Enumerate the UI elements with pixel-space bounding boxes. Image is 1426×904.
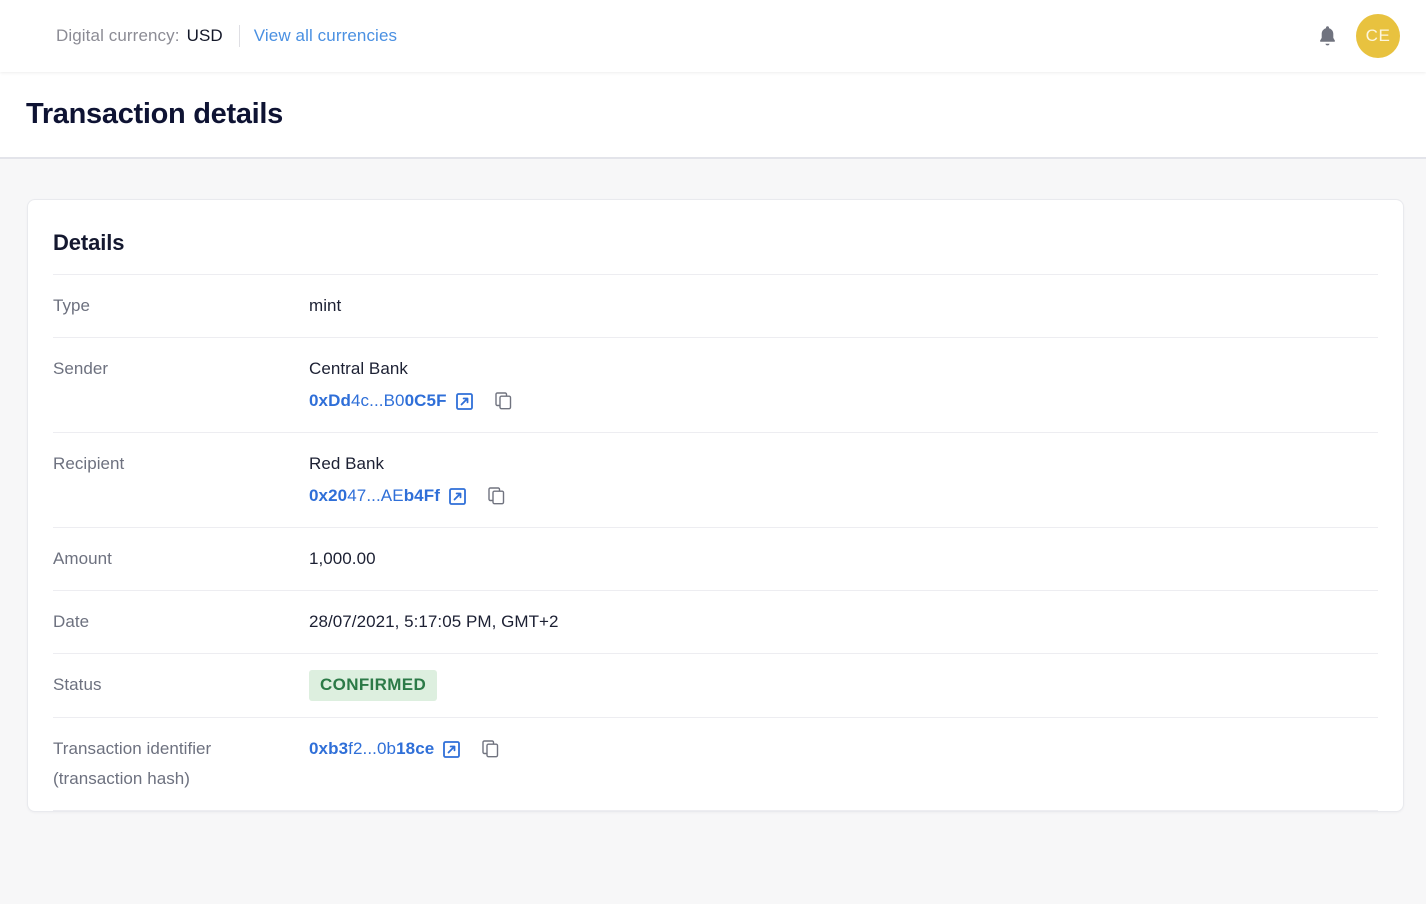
topbar-divider — [238, 25, 240, 47]
detail-label-transaction-identifier: Transaction identifier (transaction hash… — [53, 734, 309, 794]
detail-label-sender: Sender — [53, 359, 109, 378]
recipient-entity-name: Red Bank — [309, 454, 385, 473]
recipient-address-line: 0x2047...AEb4Ff — [309, 481, 1378, 511]
recipient-address-suffix: b4Ff — [403, 486, 440, 505]
page-title: Transaction details — [26, 98, 283, 130]
detail-row-transaction-identifier: Transaction identifier (transaction hash… — [53, 718, 1378, 811]
transaction-hash-link[interactable]: 0xb3f2...0b18ce — [309, 734, 434, 764]
detail-value-date: 28/07/2021, 5:17:05 PM, GMT+2 — [309, 612, 559, 631]
avatar-initials: CE — [1365, 26, 1391, 45]
avatar[interactable]: CE — [1356, 14, 1400, 58]
digital-currency-value: USD — [186, 26, 223, 45]
detail-row-amount: Amount 1,000.00 — [53, 528, 1378, 591]
detail-row-date: Date 28/07/2021, 5:17:05 PM, GMT+2 — [53, 591, 1378, 654]
detail-label-status: Status — [53, 675, 102, 694]
topbar-right-group: CE — [1312, 14, 1400, 58]
detail-value-status: CONFIRMED — [309, 670, 1378, 701]
copy-icon[interactable] — [488, 487, 505, 505]
digital-currency-group: Digital currency: USD View all currencie… — [56, 25, 397, 47]
view-all-currencies-link[interactable]: View all currencies — [254, 26, 397, 46]
copy-icon[interactable] — [494, 392, 512, 410]
bell-icon[interactable] — [1312, 20, 1342, 52]
external-link-icon[interactable] — [443, 740, 461, 758]
detail-row-status: Status CONFIRMED — [53, 654, 1378, 718]
detail-label-transaction-identifier-line2: (transaction hash) — [53, 769, 190, 788]
external-link-icon[interactable] — [455, 392, 473, 410]
detail-row-sender: Sender Central Bank 0xDd4c...B00C5F — [53, 338, 1378, 433]
page-content: Details Type mint Sender Central Bank 0x… — [0, 159, 1426, 812]
sender-address-link[interactable]: 0xDd4c...B00C5F — [309, 386, 447, 416]
detail-row-type: Type mint — [53, 274, 1378, 338]
sender-address-suffix: 0C5F — [404, 391, 447, 410]
details-card: Details Type mint Sender Central Bank 0x… — [27, 199, 1404, 812]
recipient-address-prefix: 0x20 — [309, 486, 348, 505]
transaction-hash-middle: f2...0b — [348, 739, 397, 758]
detail-value-type: mint — [309, 296, 342, 315]
sender-address-prefix: 0xDd — [309, 391, 351, 410]
transaction-hash-suffix: 18ce — [396, 739, 435, 758]
transaction-hash-line: 0xb3f2...0b18ce — [309, 734, 1378, 764]
recipient-address-middle: 47...AE — [347, 486, 404, 505]
status-badge: CONFIRMED — [309, 670, 438, 701]
detail-value-sender: Central Bank 0xDd4c...B00C5F — [309, 354, 1378, 416]
top-bar: Digital currency: USD View all currencie… — [0, 0, 1426, 72]
detail-value-recipient: Red Bank 0x2047...AEb4Ff — [309, 449, 1378, 511]
detail-label-transaction-identifier-line1: Transaction identifier — [53, 739, 212, 758]
page-title-band: Transaction details — [0, 72, 1426, 159]
recipient-address-link[interactable]: 0x2047...AEb4Ff — [309, 481, 440, 511]
detail-value-amount: 1,000.00 — [309, 549, 376, 568]
detail-row-recipient: Recipient Red Bank 0x2047...AEb4Ff — [53, 433, 1378, 528]
digital-currency-label: Digital currency: — [56, 26, 180, 45]
detail-label-amount: Amount — [53, 549, 112, 568]
detail-label-recipient: Recipient — [53, 454, 125, 473]
details-rows: Type mint Sender Central Bank 0xDd4c...B… — [53, 274, 1378, 811]
copy-icon[interactable] — [482, 740, 499, 758]
detail-value-transaction-identifier: 0xb3f2...0b18ce — [309, 734, 1378, 764]
sender-address-middle: 4c...B0 — [350, 391, 405, 410]
detail-label-date: Date — [53, 612, 90, 631]
transaction-hash-prefix: 0xb3 — [309, 739, 349, 758]
sender-entity-name: Central Bank — [309, 359, 408, 378]
external-link-icon[interactable] — [449, 487, 466, 505]
details-card-title: Details — [53, 230, 125, 255]
detail-label-type: Type — [53, 296, 91, 315]
sender-address-line: 0xDd4c...B00C5F — [309, 386, 1378, 416]
